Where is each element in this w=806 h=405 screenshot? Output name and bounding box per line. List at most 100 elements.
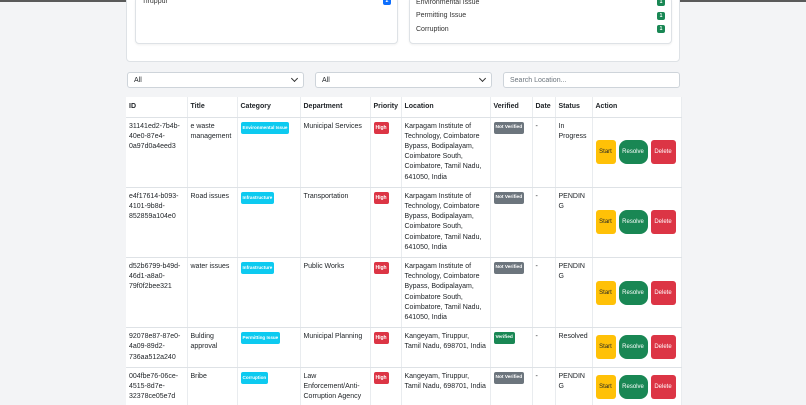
cell-category: Corruption [237,367,301,405]
header-category: Category [237,97,301,118]
delete-button[interactable]: Delete [650,335,676,360]
cell-department: Transportation [300,187,371,258]
department-text: Law Enforcement/Anti-Corruption Agency [303,372,362,401]
status-text: Resolved [558,333,588,341]
cell-verified: Not Verified [490,257,533,329]
location-text: Karpagam Institute of Technology, Coimba… [404,122,482,181]
category-stat-count-badge: 1 [657,0,665,6]
cell-action: Start Resolve Delete [592,257,682,329]
category-badge: Infrastructure [240,191,275,204]
filter-select-1[interactable]: All [127,72,304,88]
cell-id: 92078e87-87e0-4a09-89d2-736aa512a240 [126,327,188,368]
start-button[interactable]: Start [595,335,616,360]
complaint-id: d52b6799-b49d-46d1-a8a0-79f0f2bee321 [129,262,181,291]
verified-badge: Verified [493,332,515,345]
cell-department: Law Enforcement/Anti-Corruption Agency [300,367,371,405]
table-row: 31141ed2-7b4b-40e0-87e4-0a97d0a4eed3 e wa… [126,117,682,188]
table-row: d52b6799-b49d-46d1-a8a0-79f0f2bee321 wate… [126,257,682,329]
category-badge: Permitting Issue [240,332,281,345]
date-text: - [535,333,538,341]
verified-badge: Not Verified [493,371,525,384]
category-stat-row: Environmental Issue 1 [416,0,665,7]
resolve-button[interactable]: Resolve [618,210,648,235]
header-id: ID [126,97,188,118]
cell-date: - [532,257,556,329]
resolve-button[interactable]: Resolve [618,280,648,305]
category-badge: Infrastructure [240,261,275,275]
filter-select-2-value: All [322,76,330,84]
cell-date: - [532,187,556,258]
start-button[interactable]: Start [595,375,616,400]
location-text: Karpagam Institute of Technology, Coimba… [404,192,482,251]
start-button[interactable]: Start [595,210,616,235]
verified-badge: Not Verified [493,121,525,134]
header-priority: Priority [370,97,402,118]
cell-category: Permitting Issue [237,327,301,368]
cell-status: PENDING [555,187,593,258]
resolve-button[interactable]: Resolve [618,140,648,165]
department-text: Public Works [303,262,345,270]
date-text: - [535,122,538,130]
category-badge: Corruption [240,371,269,384]
location-stat-count-badge: 2 [383,0,391,5]
cell-title: Bulding approval [187,327,238,368]
resolve-button[interactable]: Resolve [618,335,648,360]
complaint-id: 31141ed2-7b4b-40e0-87e4-0a97d0a4eed3 [129,122,180,150]
location-text: Kangeyam, Tiruppur, Tamil Nadu, 698701, … [404,372,486,390]
cell-verified: Not Verified [490,117,533,188]
location-text: Kangeyam, Tiruppur, Tamil Nadu, 698701, … [404,333,486,351]
delete-button[interactable]: Delete [650,280,676,305]
category-stat-label: Permitting Issue [416,12,467,19]
location-stats-panel: Tiruppur 2 [135,0,398,44]
header-action: Action [592,97,682,118]
priority-badge: High [373,191,389,204]
cell-verified: Not Verified [490,187,533,258]
cell-category: Infrastructure [237,187,301,258]
cell-department: Municipal Services [300,117,371,188]
delete-button[interactable]: Delete [650,210,676,235]
date-text: - [535,372,538,380]
location-stat-row: Tiruppur 2 [142,0,391,6]
search-placeholder: Search Location... [510,76,567,84]
department-text: Municipal Planning [303,333,363,341]
action-buttons: Start Resolve Delete [595,375,678,400]
resolve-button[interactable]: Resolve [618,375,648,400]
action-buttons: Start Resolve Delete [595,280,678,305]
chevron-down-icon [478,74,487,83]
location-text: Karpagam Institute of Technology, Coimba… [404,262,482,321]
status-text: In Progress [558,122,587,140]
search-location-input[interactable]: Search Location... [503,72,680,88]
header-location: Location [401,97,491,118]
complaints-table: ID Title Category Department Priority Lo… [126,97,682,405]
cell-location: Karpagam Institute of Technology, Coimba… [401,117,491,188]
cell-status: PENDING [555,257,593,329]
cell-title: water issues [187,257,238,329]
delete-button[interactable]: Delete [650,140,676,165]
priority-badge: High [373,261,389,275]
location-stat-label: Tiruppur [142,0,168,5]
header-status: Status [555,97,593,118]
category-badge: Environmental Issue [240,121,290,134]
category-stat-count-badge: 1 [657,25,665,33]
action-buttons: Start Resolve Delete [595,335,678,360]
cell-category: Infrastructure [237,257,301,329]
department-text: Municipal Services [303,122,362,130]
filter-select-1-value: All [134,76,142,84]
delete-button[interactable]: Delete [650,375,676,400]
category-stats-panel: Environmental Issue 1 Permitting Issue 1 Cor… [409,0,672,44]
cell-title: e waste management [187,117,238,188]
filter-select-2[interactable]: All [315,72,492,88]
department-text: Transportation [303,192,349,200]
cell-location: Kangeyam, Tiruppur, Tamil Nadu, 698701, … [401,367,491,405]
cell-priority: High [370,327,402,368]
action-buttons: Start Resolve Delete [595,140,678,165]
cell-verified: Not Verified [490,367,533,405]
cell-title: Road issues [187,187,238,258]
cell-department: Municipal Planning [300,327,371,368]
start-button[interactable]: Start [595,280,616,305]
cell-verified: Verified [490,327,533,368]
complaint-title: Road issues [190,192,230,200]
complaint-id: e4f17614-b093-4101-9b8d-852859a104e0 [129,192,179,221]
complaint-title: water issues [190,262,230,270]
start-button[interactable]: Start [595,140,616,165]
